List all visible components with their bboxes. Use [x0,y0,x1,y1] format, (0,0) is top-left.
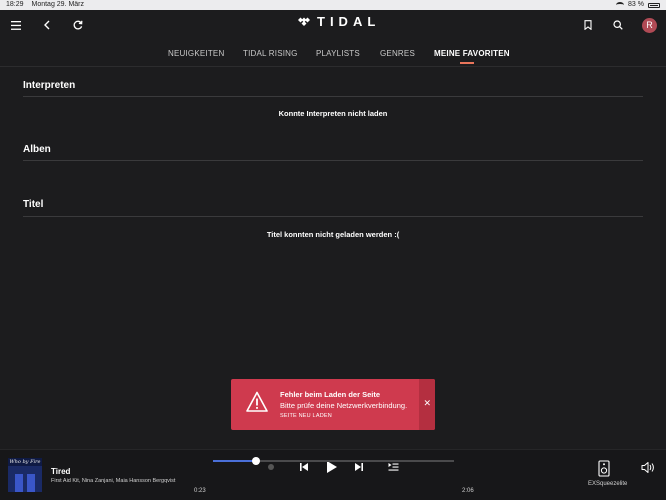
section-divider [23,216,643,217]
tidal-logo[interactable]: TIDAL [297,14,380,29]
close-icon[interactable]: ✕ [423,398,431,409]
toast-title: Fehler beim Laden der Seite [280,390,381,399]
avatar[interactable]: R [642,18,657,33]
tab-meine-favoriten[interactable]: MEINE FAVORITEN [434,49,510,58]
tracks-error-message: Titel konnten nicht geladen werden :( [266,230,400,239]
tab-tidal-rising[interactable]: TIDAL RISING [243,49,298,58]
status-bar: 18:29 Montag 29. März 83 % [0,0,666,10]
error-toast: Fehler beim Laden der Seite Bitte prüfe … [231,379,435,430]
album-cover[interactable]: Who by Fire [8,458,42,492]
progress-bar[interactable] [213,457,454,465]
speaker-device-icon[interactable] [598,460,610,477]
cover-title: Who by Fire [8,458,42,466]
section-divider [23,96,643,97]
shuffle-dot-icon[interactable] [268,464,274,470]
duration-time: 2:06 [462,488,474,494]
active-tab-indicator [460,62,474,64]
warning-icon [246,391,268,412]
queue-icon[interactable] [388,462,399,472]
reload-icon[interactable] [71,18,85,32]
cover-figure [15,474,23,492]
device-name[interactable]: EXSqueezelite [588,481,627,487]
tab-genres[interactable]: GENRES [380,49,415,58]
elapsed-time: 0:23 [194,488,206,494]
player-bar: Who by Fire Tired First Aid Kit, Nina Za… [0,449,666,500]
back-icon[interactable] [40,18,54,32]
status-time: 18:29 [6,1,24,8]
bookmark-icon[interactable] [581,18,595,32]
status-date: Montag 29. März [31,1,85,8]
wifi-icon [616,2,625,8]
section-title-tracks: Titel [23,199,44,210]
search-icon[interactable] [611,18,625,32]
brand-wordmark: TIDAL [317,14,381,29]
play-icon[interactable] [326,460,338,474]
tab-bar: NEUIGKEITEN TIDAL RISING PLAYLISTS GENRE… [0,44,666,66]
artists-error-message: Konnte Interpreten nicht laden [278,109,388,118]
tidal-logo-icon [298,17,310,26]
reload-page-link[interactable]: SEITE NEU LADEN [280,413,332,419]
battery-icon [648,2,660,8]
volume-icon[interactable] [641,461,656,474]
tabs-divider [0,66,666,67]
section-title-artists: Interpreten [23,80,76,91]
previous-track-icon[interactable] [299,462,309,472]
section-title-albums: Alben [23,144,51,155]
tab-neuigkeiten[interactable]: NEUIGKEITEN [168,49,224,58]
tab-playlists[interactable]: PLAYLISTS [316,49,360,58]
cover-figure [27,474,35,492]
section-divider [23,160,643,161]
next-track-icon[interactable] [354,462,364,472]
battery-percent: 83 % [628,1,644,8]
progress-fill [213,460,257,462]
toast-message: Bitte prüfe deine Netzwerkverbindung. [280,401,408,410]
track-artists[interactable]: First Aid Kit, Nina Zanjani, Maia Hansso… [51,478,175,484]
menu-icon[interactable] [9,18,23,32]
track-title[interactable]: Tired [51,467,70,476]
